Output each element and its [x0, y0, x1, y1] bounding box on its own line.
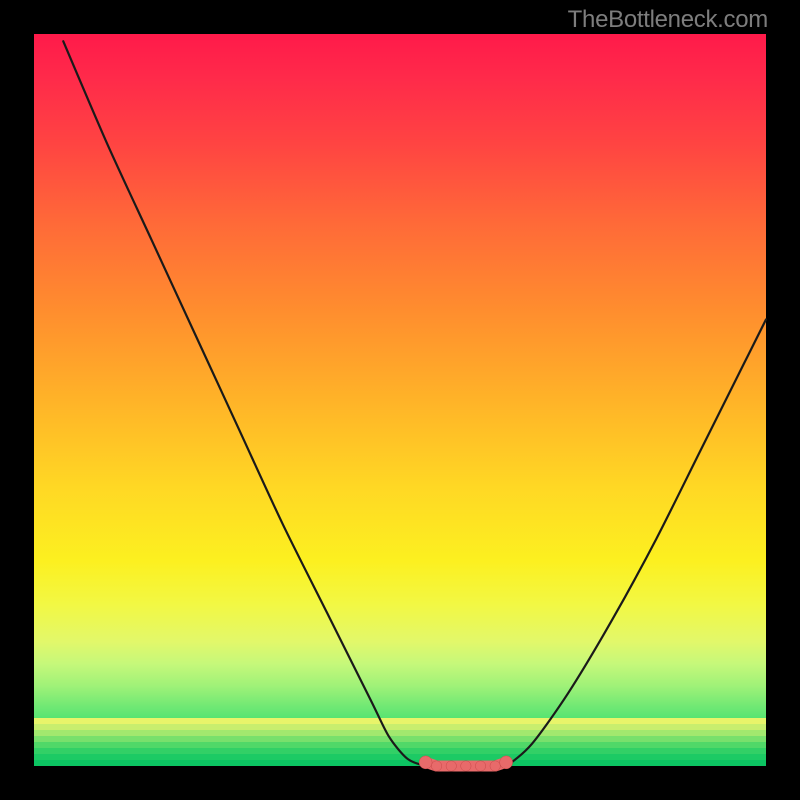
plot-background-gradient: [34, 34, 766, 766]
bottom-stripe-region: [34, 718, 766, 766]
watermark-text: TheBottleneck.com: [568, 6, 768, 34]
chart-frame: TheBottleneck.com: [0, 0, 800, 800]
